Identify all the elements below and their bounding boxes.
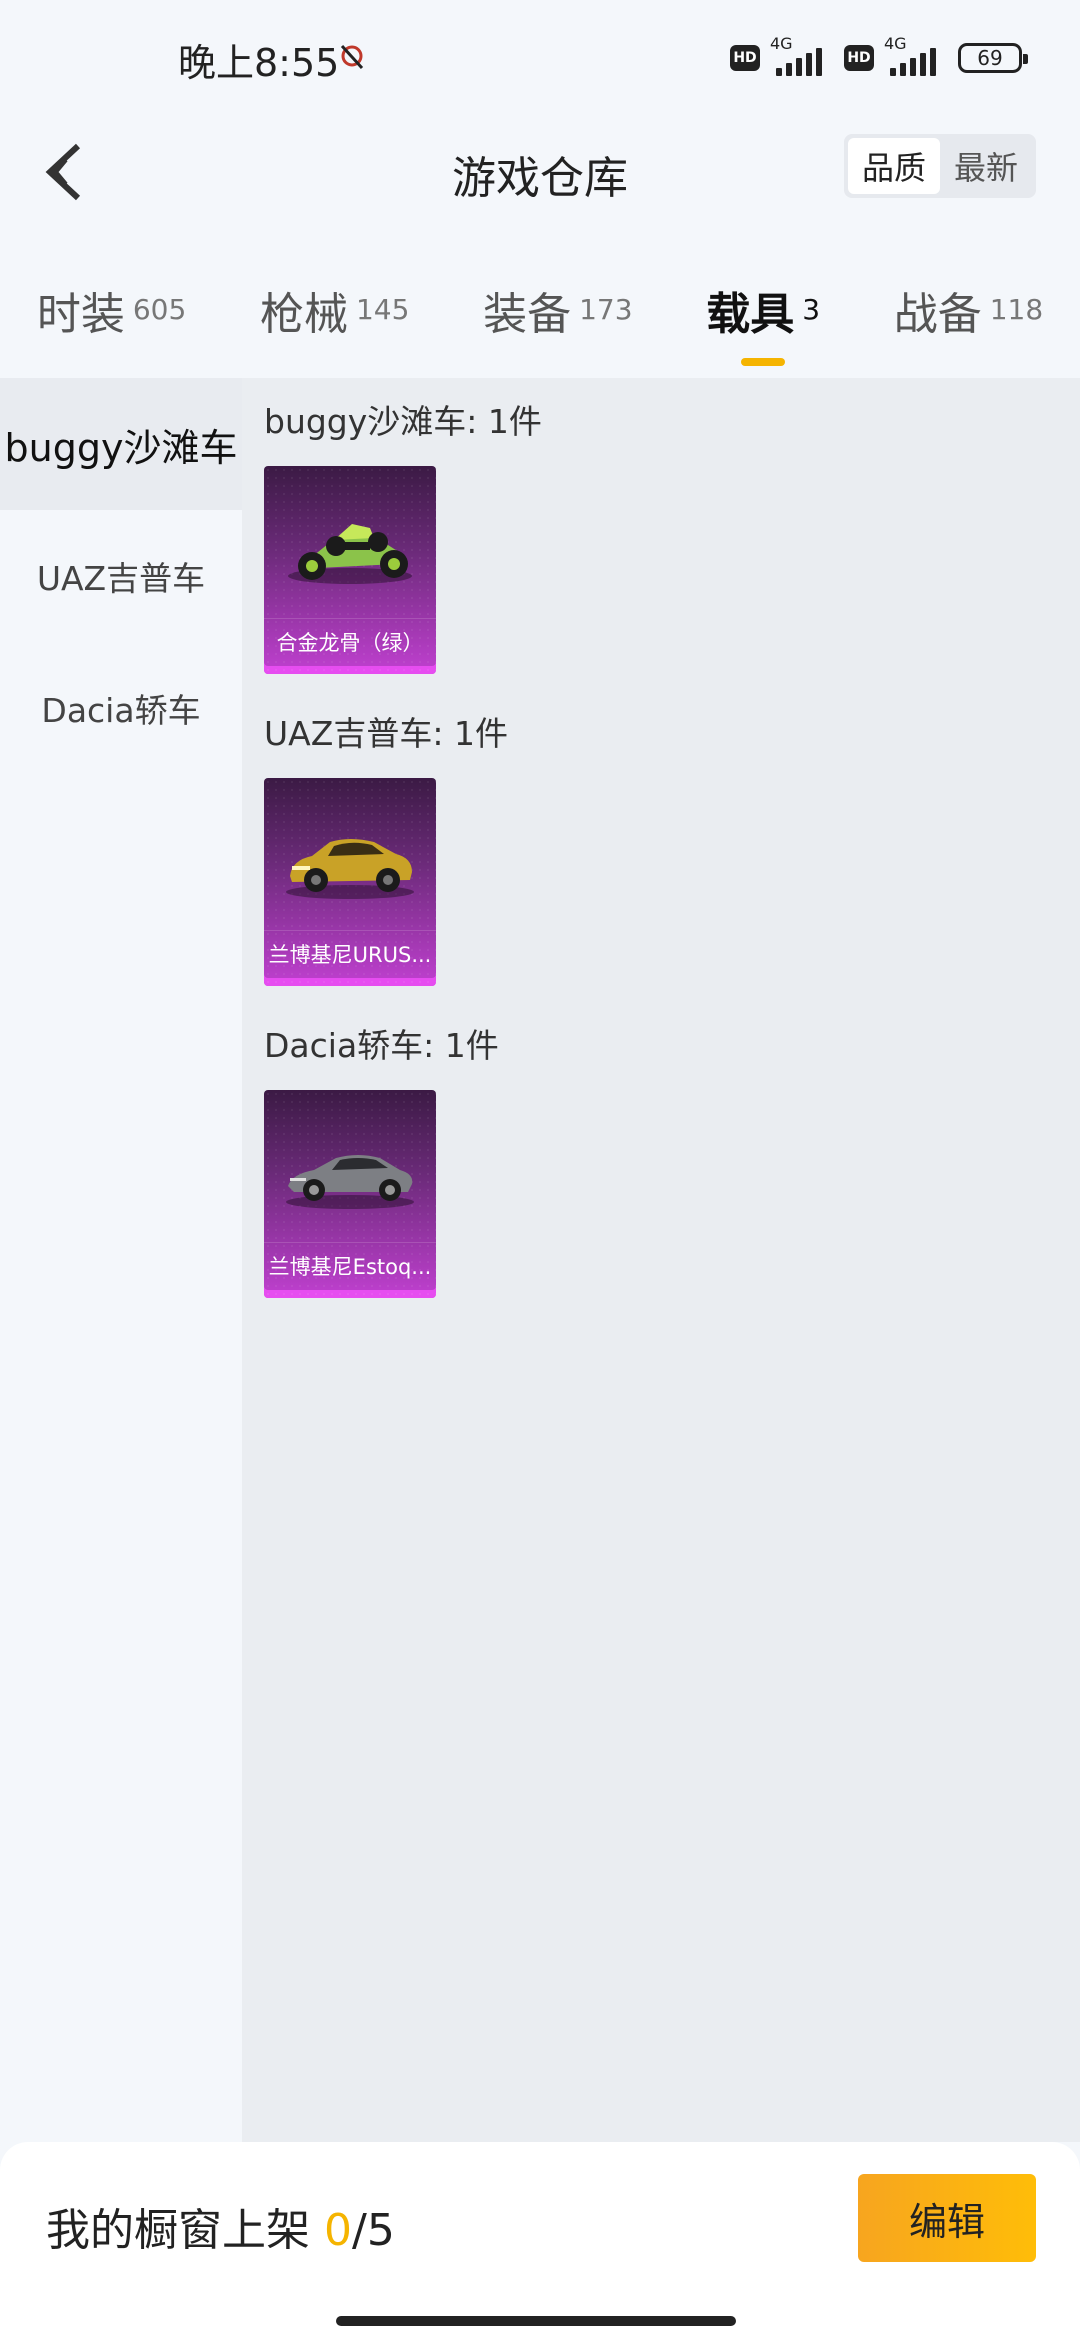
- item-card[interactable]: 合金龙骨（绿）: [264, 466, 436, 674]
- suv-vehicle-icon: [286, 839, 414, 899]
- tab-guns[interactable]: 枪械 145: [256, 278, 413, 342]
- home-indicator[interactable]: [336, 2316, 736, 2326]
- hd-badge-2: HD: [844, 45, 874, 71]
- tab-count: 118: [989, 293, 1044, 326]
- showcase-bar: 我的橱窗上架 0/5 编辑: [0, 2142, 1080, 2340]
- sort-quality-option[interactable]: 品质: [848, 138, 940, 194]
- sidebar-item-buggy[interactable]: buggy沙滩车: [0, 378, 242, 510]
- sort-latest-option[interactable]: 最新: [940, 138, 1032, 194]
- tab-label: 装备: [483, 289, 572, 340]
- tab-label: 枪械: [259, 289, 348, 340]
- active-tab-indicator: [741, 358, 786, 366]
- battery-level: 69: [977, 46, 1003, 70]
- battery-icon: 69: [958, 43, 1028, 73]
- sort-toggle: 品质 最新: [844, 134, 1036, 198]
- showcase-label: 我的橱窗上架 0/5: [46, 2194, 395, 2258]
- sidebar-item-uaz[interactable]: UAZ吉普车: [0, 510, 242, 642]
- showcase-total: /5: [352, 2205, 395, 2256]
- status-bar: 晚上8:55 HD 4G HD 4G 69: [0, 0, 1080, 120]
- sidebar-item-dacia[interactable]: Dacia轿车: [0, 642, 242, 774]
- header: 游戏仓库 品质 最新: [0, 120, 1080, 230]
- buggy-vehicle-icon: [288, 524, 412, 584]
- group-title: Dacia轿车: 1件: [264, 1026, 499, 1065]
- vehicle-list: buggy沙滩车: 1件 合金龙骨（绿） UAZ吉普车: 1件 兰博基尼URUS…: [242, 378, 1080, 2142]
- tab-vehicles[interactable]: 载具 3: [702, 278, 824, 366]
- item-name: 兰博基尼URUS...: [264, 930, 436, 976]
- tab-equipment[interactable]: 装备 173: [479, 278, 636, 342]
- item-card[interactable]: 兰博基尼URUS...: [264, 778, 436, 986]
- edit-button[interactable]: 编辑: [858, 2174, 1036, 2262]
- group-title: buggy沙滩车: 1件: [264, 402, 542, 441]
- showcase-count: 0: [324, 2205, 352, 2256]
- tab-label: 时装: [36, 289, 125, 340]
- tab-fashion[interactable]: 时装 605: [33, 278, 190, 342]
- showcase-text: 我的橱窗上架: [46, 2205, 324, 2256]
- group-uaz: UAZ吉普车: 1件 兰博基尼URUS...: [264, 690, 1080, 986]
- group-dacia: Dacia轿车: 1件 兰博基尼Estoq...: [264, 1002, 1080, 1298]
- group-buggy: buggy沙滩车: 1件 合金龙骨（绿）: [264, 378, 1080, 674]
- hd-badge: HD: [730, 45, 760, 71]
- tab-label: 战备: [893, 289, 982, 340]
- tab-count: 3: [802, 293, 821, 326]
- tab-label: 载具: [706, 289, 795, 340]
- signal-strength-icon-2: 4G: [884, 34, 948, 78]
- tab-count: 605: [132, 293, 187, 326]
- status-indicators: HD 4G HD 4G 69: [730, 34, 1028, 78]
- vehicle-type-sidebar: buggy沙滩车 UAZ吉普车 Dacia轿车: [0, 378, 242, 2142]
- notification-icon: [340, 44, 364, 70]
- tab-count: 145: [355, 293, 410, 326]
- item-name: 兰博基尼Estoq...: [264, 1242, 436, 1288]
- signal-strength-icon: 4G: [770, 34, 834, 78]
- item-card[interactable]: 兰博基尼Estoq...: [264, 1090, 436, 1298]
- category-tabs: 时装 605 枪械 145 装备 173 载具 3 战备 118: [0, 230, 1080, 378]
- tab-count: 173: [579, 293, 633, 326]
- group-title: UAZ吉普车: 1件: [264, 714, 508, 753]
- sedan-vehicle-icon: [286, 1155, 414, 1209]
- status-time: 晚上8:55: [178, 41, 340, 85]
- tab-supplies[interactable]: 战备 118: [890, 278, 1047, 342]
- item-name: 合金龙骨（绿）: [264, 618, 436, 664]
